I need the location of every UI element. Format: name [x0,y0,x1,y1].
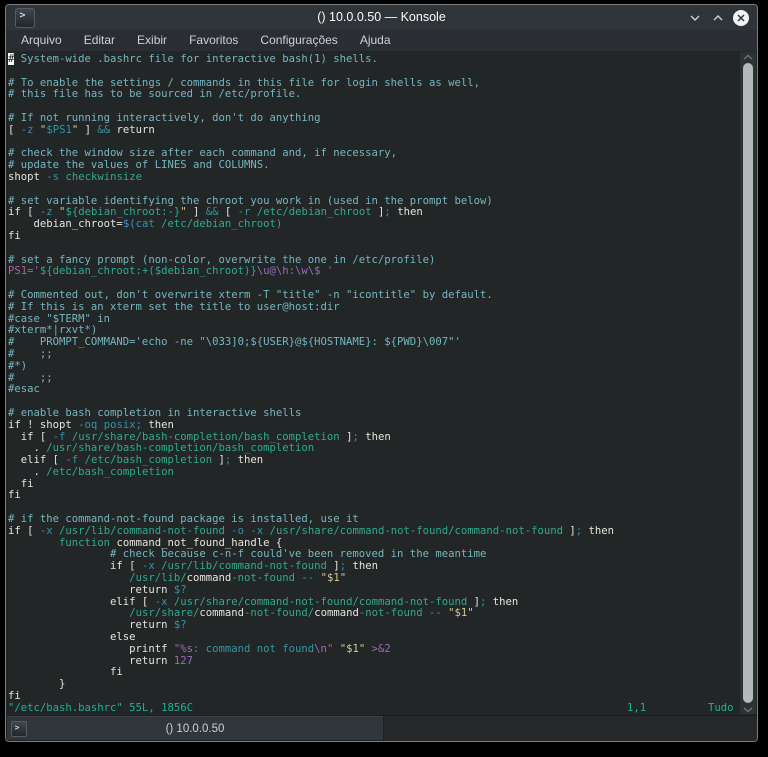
terminal-line: PS1='${debian_chroot:+($debian_chroot)}\… [8,265,334,278]
terminal-line: fi [8,666,123,679]
menu-bar: Arquivo Editar Exibir Favoritos Configuraçõe… [6,30,757,51]
terminal-line: [ -z "$PS1" ] && return [8,123,155,136]
scrollbar[interactable] [740,52,756,714]
terminal-line: # PROMPT_COMMAND='echo -ne "\033]0;${USE… [8,336,461,349]
chevron-up-icon [713,14,723,20]
terminal-line: fi [8,489,21,502]
minimize-button[interactable] [687,10,703,26]
terminal-line: # ;; [8,371,53,384]
status-cursor-position: 1,1 [627,701,647,714]
window-title: () 10.0.0.50 — Konsole [317,10,446,24]
konsole-window: > () 10.0.0.50 — Konsole Arquivo Editar Ex… [5,4,758,742]
title-bar[interactable]: > () 10.0.0.50 — Konsole [6,5,757,30]
terminal-icon: > [11,721,27,737]
terminal-line: debian_chroot=$(cat /etc/debian_chroot) [8,218,283,231]
menu-item-ajuda[interactable]: Ajuda [349,30,402,51]
menu-item-exibir[interactable]: Exibir [126,30,178,51]
status-file-info: "/etc/bash.bashrc" 55L, 1856C [8,701,193,714]
terminal-line: fi [8,229,21,242]
terminal-line: } [8,678,66,691]
terminal-line: # If this is an xterm set the title to u… [8,300,340,313]
scrollbar-thumb[interactable] [743,63,753,703]
terminal-line: . /etc/bash_completion [8,465,174,478]
scroll-down-button[interactable] [740,704,756,714]
chevron-down-icon [690,15,700,21]
terminal-line: # ;; [8,347,53,360]
menu-item-editar[interactable]: Editar [73,30,126,51]
menu-item-arquivo[interactable]: Arquivo [10,30,73,51]
terminal-line: #case "$TERM" in [8,312,111,325]
tab-label: () 10.0.0.50 [165,722,225,735]
menu-item-favoritos[interactable]: Favoritos [178,30,249,51]
terminal-line: # System-wide .bashrc file for interacti… [8,53,378,65]
vim-status-line: "/etc/bash.bashrc" 55L, 1856C 1,1 Tudo [8,701,739,715]
window-controls [687,5,749,30]
tab-bar-empty-space[interactable] [384,716,757,741]
tab-bar: > () 10.0.0.50 [6,715,757,741]
terminal-line: shopt -s checkwinsize [8,170,142,183]
maximize-button[interactable] [710,10,726,26]
terminal-area[interactable]: # System-wide .bashrc file for interacti… [6,51,757,715]
menu-item-configuracoes[interactable]: Configurações [249,30,348,51]
tab-session-1[interactable]: > () 10.0.0.50 [6,716,384,741]
terminal-line: #*) [8,359,28,372]
terminal-line: fi [8,477,34,490]
terminal-line: # this file has to be sourced in /etc/pr… [8,88,302,101]
close-button[interactable] [733,9,749,26]
chevron-down-icon [743,707,753,712]
status-scroll-position: Tudo [708,701,734,714]
chevron-up-icon [743,54,753,59]
terminal-line: #esac [8,383,40,396]
terminal-text: # System-wide .bashrc file for interacti… [8,53,739,715]
scroll-up-button[interactable] [740,52,756,62]
close-icon [737,13,745,22]
terminal-prompt-glyph: > [14,722,20,732]
